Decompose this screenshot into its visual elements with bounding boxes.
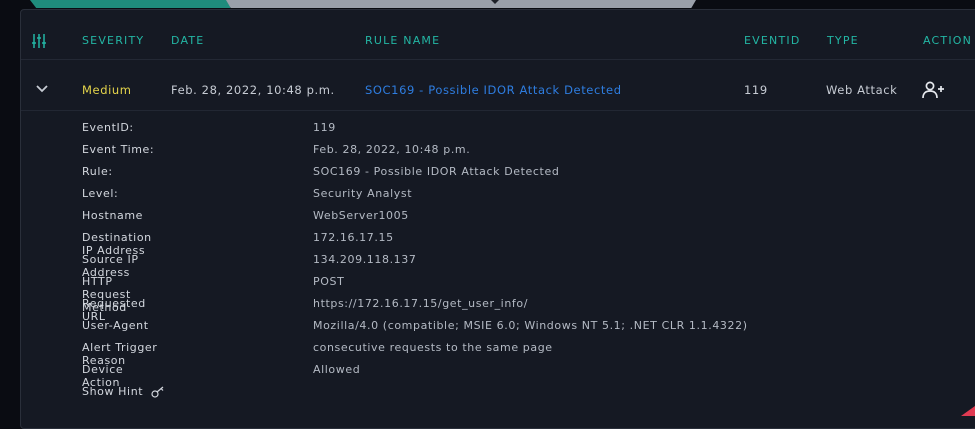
column-rule-name[interactable]: RULE NAME [365, 34, 440, 47]
detail-label: EventID: [82, 121, 134, 134]
detail-value: 172.16.17.15 [313, 231, 394, 244]
rule-name-link[interactable]: SOC169 - Possible IDOR Attack Detected [365, 83, 622, 97]
detail-row: Event Time: Feb. 28, 2022, 10:48 p.m. [82, 143, 470, 165]
detail-value: POST [313, 275, 345, 288]
detail-row: Requested URL https://172.16.17.15/get_u… [82, 297, 527, 323]
show-hint-label: Show Hint [82, 385, 144, 398]
column-eventid[interactable]: EVENTID [744, 34, 801, 47]
column-action: ACTION [923, 34, 973, 47]
detail-label: Event Time: [82, 143, 155, 156]
detail-value: https://172.16.17.15/get_user_info/ [313, 297, 529, 310]
detail-value: 119 [313, 121, 336, 134]
show-hint-button[interactable]: Show Hint [82, 385, 165, 407]
alert-details: EventID: 119 Event Time: Feb. 28, 2022, … [82, 121, 747, 407]
detail-value: WebServer1005 [313, 209, 409, 222]
detail-row: Destination IP Address 172.16.17.15 [82, 231, 393, 257]
row-type: Web Attack [826, 83, 898, 97]
detail-value: 134.209.118.137 [313, 253, 417, 266]
column-severity[interactable]: SEVERITY [82, 34, 144, 47]
sliders-icon[interactable] [31, 33, 47, 49]
detail-row: Device Action Allowed [82, 363, 360, 389]
detail-row: Level: Security Analyst [82, 187, 412, 209]
alert-panel: SEVERITY DATE RULE NAME EVENTID TYPE ACT… [20, 9, 975, 429]
user-plus-icon[interactable] [921, 80, 945, 100]
tab-notch [491, 0, 499, 4]
column-date[interactable]: DATE [171, 34, 204, 47]
row-date: Feb. 28, 2022, 10:48 p.m. [171, 83, 335, 97]
chevron-down-icon[interactable] [35, 84, 49, 94]
detail-value: SOC169 - Possible IDOR Attack Detected [313, 165, 560, 178]
detail-label: User-Agent [82, 319, 149, 332]
detail-value: Allowed [313, 363, 361, 376]
table-header: SEVERITY DATE RULE NAME EVENTID TYPE ACT… [21, 23, 975, 60]
row-eventid: 119 [744, 83, 768, 97]
detail-value: Security Analyst [313, 187, 413, 200]
detail-label: Hostname [82, 209, 144, 222]
key-icon [151, 386, 164, 398]
detail-row: Hostname WebServer1005 [82, 209, 408, 231]
corner-indicator [961, 406, 975, 416]
detail-label: Level: [82, 187, 119, 200]
detail-row: HTTP Request Method POST [82, 275, 344, 314]
detail-value: Mozilla/4.0 (compatible; MSIE 6.0; Windo… [313, 319, 748, 332]
active-tab[interactable] [30, 0, 236, 8]
detail-row: EventID: 119 [82, 121, 335, 143]
detail-row: Alert Trigger Reason consecutive request… [82, 341, 552, 367]
severity-badge: Medium [82, 83, 132, 97]
column-type[interactable]: TYPE [827, 34, 859, 47]
detail-row: Rule: SOC169 - Possible IDOR Attack Dete… [82, 165, 559, 187]
table-row[interactable]: Medium Feb. 28, 2022, 10:48 p.m. SOC169 … [21, 70, 975, 111]
detail-row: User-Agent Mozilla/4.0 (compatible; MSIE… [82, 319, 747, 341]
detail-label: Rule: [82, 165, 113, 178]
detail-value: Feb. 28, 2022, 10:48 p.m. [313, 143, 471, 156]
detail-row: Source IP Address 134.209.118.137 [82, 253, 416, 279]
detail-value: consecutive requests to the same page [313, 341, 553, 354]
inactive-tab[interactable] [226, 0, 696, 8]
